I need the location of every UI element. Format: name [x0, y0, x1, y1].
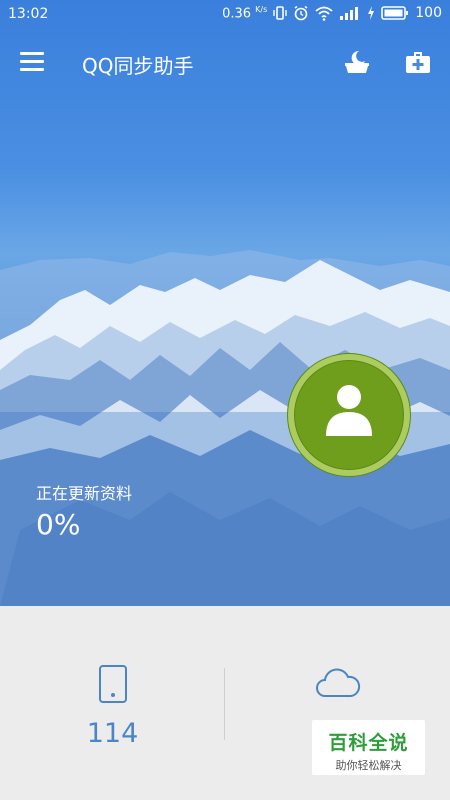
status-time: 13:02	[8, 6, 49, 22]
phone-contacts-stat[interactable]: 114	[0, 664, 225, 749]
phone-icon	[98, 665, 127, 703]
phone-contacts-count: 114	[86, 718, 139, 749]
sync-status-label: 正在更新资料	[36, 484, 133, 503]
app-bar: QQ同步助手	[0, 28, 450, 96]
network-speed: 0.36 K/s	[222, 5, 267, 21]
night-mode-icon[interactable]	[342, 48, 372, 76]
menu-icon[interactable]	[20, 52, 44, 72]
status-right-group: 0.36 K/s 100	[222, 5, 442, 21]
status-bar: 13:02 0.36 K/s 100	[0, 0, 450, 28]
watermark-title: 百科全说	[328, 732, 409, 754]
cloud-icon	[315, 668, 360, 697]
battery-level: 100	[415, 5, 442, 22]
wifi-icon	[315, 6, 333, 21]
alarm-icon	[294, 6, 308, 21]
sync-progress-value: 0%	[36, 508, 81, 541]
watermark-logo: 百科全说 助你轻松解决	[312, 720, 425, 775]
app-title: QQ同步助手	[82, 54, 194, 78]
network-speed-unit: K/s	[255, 5, 268, 14]
signal-icon	[340, 7, 359, 21]
watermark-subtitle: 助你轻松解决	[335, 759, 402, 772]
sync-avatar-button[interactable]	[286, 352, 412, 478]
charging-icon	[368, 6, 375, 21]
avatar	[287, 353, 411, 477]
network-speed-value: 0.36	[222, 6, 252, 22]
toolbox-icon[interactable]	[404, 48, 432, 76]
battery-icon	[381, 6, 409, 20]
vibrate-icon	[273, 6, 287, 20]
